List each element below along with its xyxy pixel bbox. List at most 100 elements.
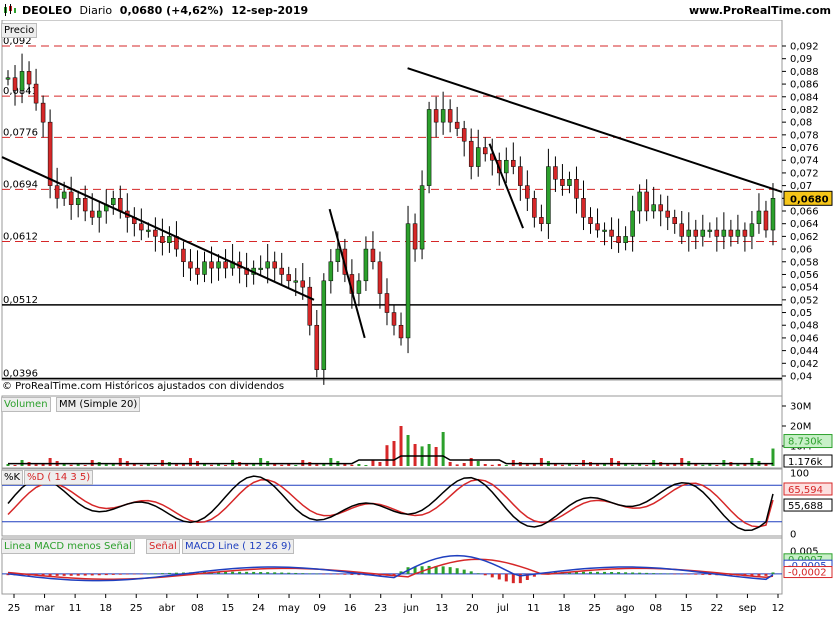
volume-bar <box>69 464 73 466</box>
candle <box>167 236 172 243</box>
y-tick-label: 0,05 <box>790 308 812 319</box>
candle <box>12 77 18 91</box>
x-tick-label: 25 <box>130 603 143 614</box>
stochastic-panel: 100 0 65,594 55,688 <box>2 469 833 541</box>
macd-hist-bar <box>315 573 319 575</box>
volume-bar <box>245 464 249 466</box>
candle <box>763 210 769 231</box>
macd-hist-bar <box>259 572 263 574</box>
volume-bar <box>497 464 501 466</box>
trendline <box>1 156 315 301</box>
macd-hist-bar <box>322 573 326 575</box>
candle <box>602 229 607 232</box>
macd-hist-bar <box>160 573 164 574</box>
volume-bar <box>259 458 263 466</box>
candle <box>181 248 186 263</box>
macd-hist-bar <box>483 573 487 576</box>
candle <box>616 236 621 243</box>
x-tick-label: 11 <box>69 603 82 614</box>
volume-bar <box>680 458 684 466</box>
candle <box>770 198 776 231</box>
candle <box>265 261 270 269</box>
volume-bar <box>83 465 87 466</box>
volume-bar <box>448 462 452 466</box>
x-tick-label: 12 <box>772 603 785 614</box>
candle <box>560 179 565 186</box>
candle <box>82 198 88 212</box>
y-tick-label: 0,082 <box>790 105 819 116</box>
volume-bar <box>610 458 614 466</box>
x-tick-label: 15 <box>680 603 693 614</box>
stoch-d-label: %D ( 14 3 5) <box>24 470 94 485</box>
macd-hist-bar <box>301 573 305 574</box>
candle <box>118 198 123 212</box>
candle <box>307 286 313 326</box>
candle <box>68 191 74 205</box>
y-tick-label: 0,062 <box>790 232 819 243</box>
macd-hist-bar <box>666 573 670 575</box>
macd-signal-line <box>7 558 774 581</box>
macd-hist-bar <box>589 571 593 574</box>
x-tick-label: 23 <box>374 603 387 614</box>
volume-bar <box>462 463 466 466</box>
macd-hist-bar <box>617 572 621 574</box>
macd-hist-bar <box>771 572 775 574</box>
macd-hist-bar <box>97 573 101 576</box>
y-tick-label: 0,09 <box>790 54 812 65</box>
macd-line-label: MACD Line ( 12 26 9) <box>182 539 295 554</box>
period: Diario <box>79 4 113 17</box>
candle <box>609 229 614 237</box>
volume-bar <box>715 465 719 466</box>
candle <box>707 229 713 232</box>
volume-bar <box>750 458 754 466</box>
volume-bar <box>525 464 529 466</box>
volume-bar <box>490 464 494 466</box>
candle <box>440 109 446 123</box>
candle <box>419 185 425 250</box>
candle <box>258 267 263 270</box>
x-tick-label: 08 <box>191 603 204 614</box>
stoch-d-badge-text: 55,688 <box>788 501 823 512</box>
y-tick-label: 0,042 <box>790 359 819 370</box>
x-tick-label: 25 <box>588 603 601 614</box>
volume-bar <box>174 464 178 466</box>
macd-hist-bar <box>238 571 242 574</box>
macd-hist-bar <box>336 573 340 575</box>
macd-hist-bar <box>125 573 129 575</box>
x-tick-label: 22 <box>711 603 724 614</box>
volume-bar <box>666 464 670 466</box>
macd-hist-bar <box>420 566 424 574</box>
volume-bar <box>378 462 382 466</box>
macd-hist-bar <box>55 573 59 576</box>
macd-hist-bar <box>673 573 677 575</box>
candle <box>209 261 214 269</box>
candle <box>47 121 53 186</box>
x-tick-label: 20 <box>466 603 479 614</box>
vol-badge-text: 8.730k <box>788 437 823 448</box>
candle <box>525 185 530 199</box>
volume-label: Volumen <box>1 397 51 412</box>
candle <box>447 109 453 123</box>
level-label: 0,0776 <box>3 127 38 138</box>
volume-bar <box>631 464 635 466</box>
candle <box>475 147 481 167</box>
x-tick-label: mar <box>35 603 56 614</box>
candle <box>19 71 25 91</box>
y-tick-label: 0,066 <box>790 207 819 218</box>
candle <box>735 229 741 237</box>
chart-canvas[interactable]: 0,0920,09 0,088 0,0860,084 0,082 0,080,078 0,… <box>0 20 835 620</box>
candle <box>454 121 460 129</box>
y-tick-label: 0,07 <box>790 181 812 192</box>
candle <box>384 293 390 313</box>
volume-bar <box>104 464 108 466</box>
volume-bar <box>34 464 38 466</box>
y-tick-label: 0,04 <box>790 372 812 383</box>
copyright: © ProRealTime.com Históricos ajustados c… <box>2 381 285 392</box>
candle <box>300 280 306 288</box>
candle <box>405 223 411 339</box>
macd-hist-bar <box>757 573 761 576</box>
candle <box>391 312 397 326</box>
level-label: 0,0512 <box>3 295 38 306</box>
volume-bar <box>399 426 403 466</box>
site-url[interactable]: www.ProRealTime.com <box>689 4 831 17</box>
